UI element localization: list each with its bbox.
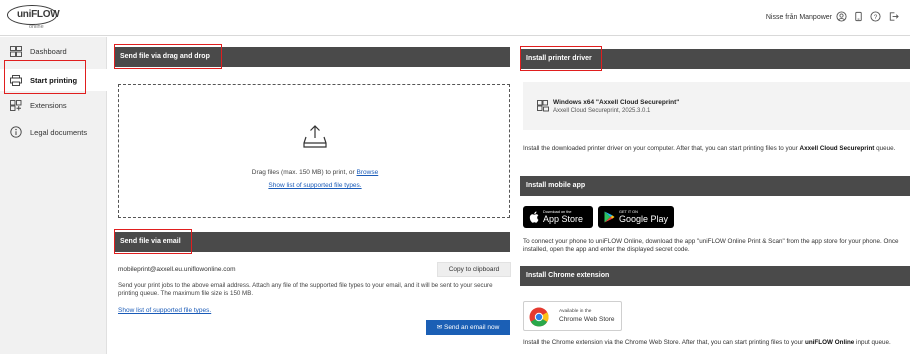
- email-supported-types-wrap: Show list of supported file types.: [118, 307, 211, 314]
- sidebar-item-extensions[interactable]: Extensions: [0, 94, 107, 116]
- svg-text:?: ?: [873, 14, 877, 21]
- info-icon: [9, 126, 22, 138]
- drag-drop-highlight: [114, 44, 222, 69]
- driver-desc-text: Install the downloaded printer driver on…: [523, 145, 800, 152]
- windows-printer-icon: [537, 100, 549, 112]
- upload-tray-icon: [302, 123, 328, 149]
- chrome-badge-small: Available in the: [559, 309, 592, 314]
- printer-driver-description: Install the downloaded printer driver on…: [523, 145, 910, 153]
- mail-icon: ✉: [436, 324, 444, 331]
- copy-clipboard-button[interactable]: Copy to clipboard: [437, 262, 511, 277]
- user-circle-icon[interactable]: [835, 11, 847, 23]
- driver-name: Windows x64 "Axxell Cloud Secureprint": [553, 99, 680, 106]
- device-icon[interactable]: [852, 11, 864, 23]
- drop-text: Drag files (max. 150 MB) to print, or: [251, 169, 357, 176]
- app-store-big: App Store: [543, 214, 584, 224]
- chrome-queue-name: uniFLOW Online: [804, 339, 855, 346]
- sidebar-item-label: Dashboard: [30, 46, 67, 56]
- chrome-desc-end: input queue.: [854, 339, 891, 346]
- extensions-icon: [9, 99, 22, 111]
- file-drop-zone[interactable]: Drag files (max. 150 MB) to print, or Br…: [118, 84, 510, 218]
- apple-icon: [529, 211, 539, 223]
- chrome-extension-description: Install the Chrome extension via the Chr…: [523, 339, 910, 347]
- google-play-button[interactable]: GET IT ON Google Play: [598, 206, 674, 228]
- printer-driver-card[interactable]: [523, 82, 910, 130]
- help-icon[interactable]: ?: [869, 11, 881, 23]
- logo-main: uniFLOW: [17, 9, 60, 20]
- dashboard-icon: [9, 45, 22, 57]
- browse-link[interactable]: Browse: [357, 169, 379, 176]
- mobile-app-description: To connect your phone to uniFLOW Online,…: [523, 238, 899, 253]
- email-supported-types-link[interactable]: Show list of supported file types.: [118, 307, 211, 314]
- app-store-button[interactable]: Download on the App Store: [523, 206, 593, 228]
- sidebar-item-dashboard[interactable]: Dashboard: [0, 40, 107, 62]
- uniflow-logo[interactable]: uniFLOW online: [7, 5, 60, 31]
- chrome-extension-header: Install Chrome extension: [520, 266, 910, 286]
- driver-version: Axxell Cloud Secureprint, 2025.3.0.1: [553, 108, 651, 114]
- logo-sub: online: [29, 24, 44, 30]
- google-play-big: Google Play: [619, 214, 669, 224]
- start-printing-highlight: [4, 60, 86, 94]
- sidebar-item-legal-documents[interactable]: Legal documents: [0, 121, 107, 143]
- email-description: Send your print jobs to the above email …: [118, 282, 493, 297]
- google-play-text: GET IT ON Google Play: [619, 210, 668, 224]
- logout-icon[interactable]: [887, 11, 899, 23]
- app-store-text: Download on the App Store: [543, 210, 583, 224]
- drop-instructions: Drag files (max. 150 MB) to print, or Br…: [119, 169, 511, 176]
- email-highlight: [114, 229, 192, 254]
- driver-queue-name: Axxell Cloud Secureprint: [799, 145, 875, 152]
- printer-driver-highlight: [520, 46, 602, 71]
- google-play-icon: [604, 211, 615, 223]
- sidebar-item-label: Extensions: [30, 100, 67, 110]
- top-header: uniFLOW online Nisse från Manpower ?: [0, 0, 910, 36]
- email-address: mobileprint@axxell.eu.uniflowonline.com: [118, 266, 236, 273]
- supported-types-link-wrap: Show list of supported file types.: [119, 182, 511, 189]
- user-name: Nisse från Manpower: [765, 14, 832, 21]
- chrome-badge-big: Chrome Web Store: [559, 316, 615, 323]
- chrome-desc-text: Install the Chrome extension via the Chr…: [523, 339, 805, 346]
- driver-desc-end: queue.: [874, 145, 896, 152]
- supported-types-link[interactable]: Show list of supported file types.: [268, 182, 361, 189]
- send-email-button[interactable]: ✉ Send an email now: [426, 320, 510, 335]
- send-email-label: Send an email now: [443, 324, 500, 331]
- sidebar-item-label: Legal documents: [30, 127, 88, 137]
- logo-text: uniFLOW: [17, 9, 60, 20]
- chrome-logo-icon: [529, 307, 549, 327]
- mobile-app-header: Install mobile app: [520, 176, 910, 196]
